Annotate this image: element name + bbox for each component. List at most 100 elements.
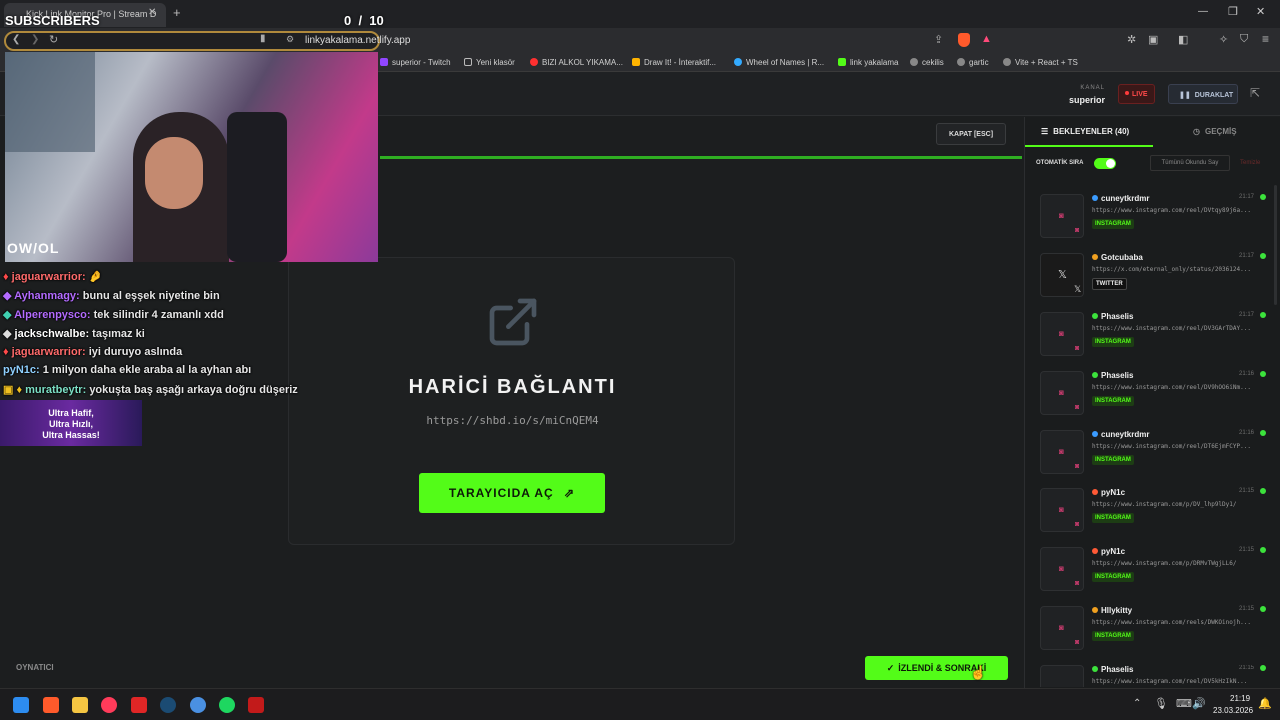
spotify-icon[interactable] bbox=[219, 697, 235, 713]
clock-time[interactable]: 21:19 bbox=[1230, 694, 1250, 703]
steam-icon[interactable] bbox=[160, 697, 176, 713]
queue-item[interactable]: ◙ ◙ pyN1c 21:15 https://www.instagram.com… bbox=[1040, 488, 1268, 538]
globe-icon bbox=[1003, 58, 1011, 66]
mark-all-read-button[interactable]: Tümünü Okundu Say bbox=[1150, 155, 1230, 171]
address-bar: ❮ ❯ ↻ ▮ ⚙ linkyakalama.netlify.app ⇪ ▲ ✲… bbox=[0, 28, 1280, 54]
new-tab-icon[interactable]: + bbox=[173, 5, 181, 20]
webcam-shelf bbox=[5, 52, 95, 152]
user-badge-icon bbox=[1092, 489, 1098, 495]
bookmark-item[interactable]: gartic bbox=[957, 58, 989, 67]
close-window-icon[interactable]: ✕ bbox=[1256, 5, 1265, 18]
queue-item-url: https://www.instagram.com/p/DV_lhp9lDy1/ bbox=[1092, 501, 1237, 508]
back-icon[interactable]: ❮ bbox=[12, 34, 20, 45]
minimize-icon[interactable]: — bbox=[1198, 6, 1208, 17]
mic-icon[interactable]: 🎙 bbox=[1154, 697, 1168, 710]
platform-tag: TWITTER bbox=[1092, 278, 1127, 290]
tab-close-icon[interactable]: ✕ bbox=[148, 7, 156, 18]
reload-icon[interactable]: ↻ bbox=[49, 33, 58, 46]
queue-item-time: 21:16 bbox=[1238, 430, 1254, 436]
site-icon bbox=[530, 58, 538, 66]
instagram-icon: ◙ ◙ bbox=[1040, 194, 1084, 238]
sidebar-scrollbar[interactable] bbox=[1274, 185, 1277, 305]
game-launcher-icon[interactable] bbox=[131, 697, 147, 713]
brave-browser-icon[interactable] bbox=[43, 697, 59, 713]
instagram-icon: ◙ ◙ bbox=[1040, 606, 1084, 650]
volume-icon[interactable]: 🔊 bbox=[1192, 697, 1206, 710]
queue-item-time: 21:17 bbox=[1238, 312, 1254, 318]
menu-icon[interactable]: ≡ bbox=[1262, 32, 1269, 46]
queue-item[interactable]: ◙ ◙ Hllykitty 21:15 https://www.instagram… bbox=[1040, 606, 1268, 656]
check-icon: ✓ bbox=[886, 663, 895, 673]
bookmark-item[interactable]: Draw It! - İnteraktif... bbox=[632, 58, 716, 67]
open-in-browser-button[interactable]: TARAYICIDA AÇ ⇗ bbox=[419, 473, 605, 513]
status-dot bbox=[1260, 665, 1266, 671]
status-dot bbox=[1260, 488, 1266, 494]
platform-tag: INSTAGRAM bbox=[1092, 396, 1134, 406]
instagram-icon: ◙ ◙ bbox=[1040, 430, 1084, 474]
file-explorer-icon[interactable] bbox=[72, 697, 88, 713]
queue-item-time: 21:17 bbox=[1238, 253, 1254, 259]
instagram-icon bbox=[1040, 665, 1084, 687]
taskbar: ⌃ 🎙 ⌨ 🔊 21:19 23.03.2026 🔔 bbox=[0, 688, 1280, 720]
live-badge[interactable]: LIVE bbox=[1118, 84, 1155, 104]
extensions-icon[interactable]: ✲ bbox=[1127, 33, 1136, 46]
tab-waiting[interactable]: ☰ BEKLEYENLER (40) bbox=[1025, 117, 1153, 147]
platform-tag: INSTAGRAM bbox=[1092, 337, 1134, 347]
auto-queue-toggle[interactable] bbox=[1094, 158, 1116, 169]
clear-button[interactable]: Temizle bbox=[1240, 160, 1260, 166]
bookmark-item[interactable]: cekilis bbox=[910, 58, 944, 67]
promo-banner: Ultra Hafif, Ultra Hızlı, Ultra Hassas! bbox=[0, 400, 142, 446]
location-app-icon[interactable] bbox=[101, 697, 117, 713]
user-badge-icon bbox=[1092, 548, 1098, 554]
subscribers-label: SUBSCRIBERS bbox=[5, 13, 100, 28]
vpn-icon[interactable]: ⛉ bbox=[1240, 33, 1248, 46]
chat-line: ▣ ♦ muratbeytr: yokuşta baş aşağı arkaya… bbox=[3, 384, 298, 396]
bookmark-item[interactable]: Wheel of Names | R... bbox=[734, 58, 824, 67]
wallet-icon[interactable]: ▣ bbox=[1148, 33, 1158, 46]
site-settings-icon[interactable]: ⚙ bbox=[286, 34, 294, 45]
bookmark-item[interactable]: superior - Twitch bbox=[380, 58, 451, 67]
platform-tag: INSTAGRAM bbox=[1092, 455, 1134, 465]
queue-item-user: Phaselis bbox=[1092, 312, 1133, 321]
bookmark-item[interactable]: BIZI ALKOL YIKAMA... bbox=[530, 58, 623, 67]
queue-item-time: 21:15 bbox=[1238, 606, 1254, 612]
channel-name: superior bbox=[1068, 95, 1105, 105]
rewards-icon[interactable]: ▲ bbox=[981, 33, 992, 45]
tray-chevron-icon[interactable]: ⌃ bbox=[1133, 698, 1141, 709]
progress-bar bbox=[380, 156, 1022, 159]
obs-icon[interactable] bbox=[248, 697, 264, 713]
queue-item[interactable]: ◙ ◙ cuneytkrdmr 21:17 https://www.instagr… bbox=[1040, 194, 1268, 244]
status-dot bbox=[1260, 371, 1266, 377]
pause-button[interactable]: ❚❚ DURAKLAT bbox=[1168, 84, 1238, 104]
maximize-icon[interactable]: ❐ bbox=[1228, 5, 1238, 18]
bookmark-item[interactable]: link yakalama bbox=[838, 58, 898, 67]
queue-item-time: 21:16 bbox=[1238, 371, 1254, 377]
chat-line: ◆ jackschwalbe: taşımaz ki bbox=[3, 328, 145, 340]
queue-item[interactable]: ◙ ◙ Phaselis 21:17 https://www.instagram.… bbox=[1040, 312, 1268, 362]
bookmark-item[interactable]: Vite + React + TS bbox=[1003, 58, 1078, 67]
share-icon[interactable]: ⇪ bbox=[934, 33, 943, 46]
network-icon[interactable]: ⌨ bbox=[1176, 697, 1192, 710]
sidebar-toggle-icon[interactable]: ◧ bbox=[1178, 33, 1188, 46]
forward-icon[interactable]: ❯ bbox=[31, 34, 39, 45]
status-dot bbox=[1260, 547, 1266, 553]
close-button[interactable]: KAPAT [ESC] bbox=[936, 123, 1006, 145]
bookmark-icon[interactable]: ▮ bbox=[260, 33, 266, 44]
notification-icon[interactable]: 🔔 bbox=[1258, 697, 1272, 710]
app-icon[interactable] bbox=[190, 697, 206, 713]
queue-item[interactable]: ◙ ◙ pyN1c 21:15 https://www.instagram.com… bbox=[1040, 547, 1268, 597]
queue-item[interactable]: ◙ ◙ cuneytkrdmr 21:16 https://www.instagr… bbox=[1040, 430, 1268, 480]
queue-item-user: pyN1c bbox=[1092, 488, 1125, 497]
list-icon: ☰ bbox=[1041, 127, 1049, 136]
queue-item[interactable]: ◙ ◙ Phaselis 21:16 https://www.instagram.… bbox=[1040, 371, 1268, 421]
bookmark-item[interactable]: Yeni klasör bbox=[464, 58, 515, 67]
popout-icon[interactable]: ⇱ bbox=[1250, 86, 1260, 100]
tab-history[interactable]: ◷ GEÇMİŞ bbox=[1153, 117, 1280, 147]
brave-shield-icon[interactable] bbox=[958, 33, 970, 47]
queue-item[interactable]: 𝕏𝕏 Gotcubaba 21:17 https://x.com/eternal… bbox=[1040, 253, 1268, 303]
watched-next-button[interactable]: ✓ İZLENDİ & SONRAKİ bbox=[865, 656, 1008, 680]
clock-date[interactable]: 23.03.2026 bbox=[1213, 706, 1253, 715]
windows-start-icon[interactable] bbox=[13, 697, 29, 713]
queue-item[interactable]: Phaselis 21:15 https://www.instagram.com… bbox=[1040, 665, 1268, 687]
leo-icon[interactable]: ✧ bbox=[1219, 33, 1228, 46]
